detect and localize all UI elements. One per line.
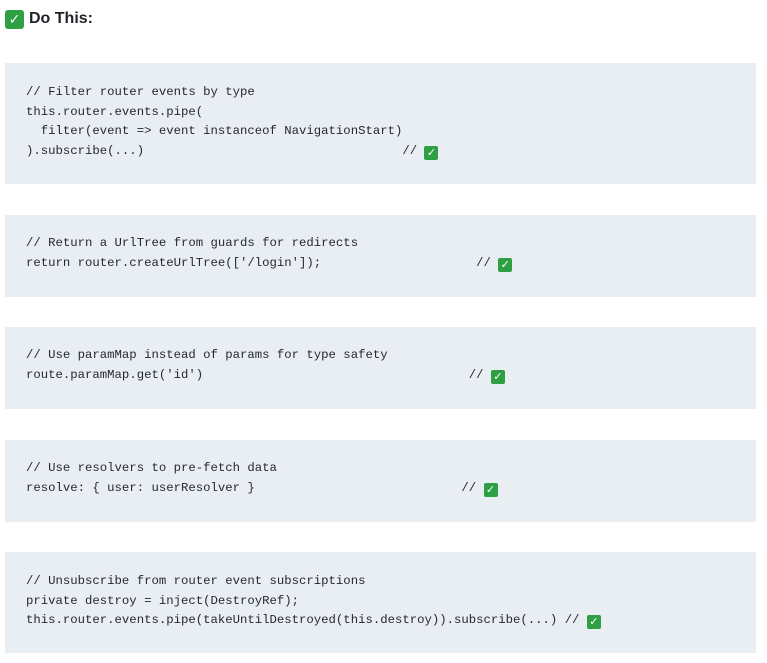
section-heading: ✓ Do This: <box>5 8 93 30</box>
code-line: private destroy = inject(DestroyRef); <box>26 593 300 608</box>
code-line: route.paramMap.get('id') // ✓ <box>26 366 735 386</box>
code-line: return router.createUrlTree(['/login']);… <box>26 254 735 274</box>
check-mark-icon: ✓ <box>424 145 439 160</box>
check-mark-icon: ✓ <box>483 482 498 497</box>
code-line: // Use paramMap instead of params for ty… <box>26 348 388 362</box>
section-heading-text: Do This: <box>29 10 93 27</box>
code-block-filter-router-events: // Filter router events by type this.rou… <box>5 63 756 184</box>
code-block-parammap: // Use paramMap instead of params for ty… <box>5 327 756 409</box>
check-mark-icon: ✓ <box>498 257 513 272</box>
check-mark-icon: ✓ <box>490 369 505 384</box>
code-line: this.router.events.pipe( <box>26 104 204 119</box>
code-line: ).subscribe(...) // ✓ <box>26 142 735 162</box>
code-line: this.router.events.pipe(takeUntilDestroy… <box>26 611 735 631</box>
code-line: // Unsubscribe from router event subscri… <box>26 574 366 588</box>
code-line: // Return a UrlTree from guards for redi… <box>26 236 359 250</box>
code-block-resolvers: // Use resolvers to pre-fetch data resol… <box>5 440 756 522</box>
code-line: // Filter router events by type <box>26 85 255 99</box>
code-line: resolve: { user: userResolver } // ✓ <box>26 479 735 499</box>
code-line: // Use resolvers to pre-fetch data <box>26 461 277 475</box>
code-block-urltree-redirect: // Return a UrlTree from guards for redi… <box>5 215 756 297</box>
check-mark-button-icon: ✓ <box>5 9 24 29</box>
code-block-unsubscribe: // Unsubscribe from router event subscri… <box>5 552 756 653</box>
code-line: filter(event => event instanceof Navigat… <box>26 124 403 139</box>
check-mark-icon: ✓ <box>586 615 601 630</box>
